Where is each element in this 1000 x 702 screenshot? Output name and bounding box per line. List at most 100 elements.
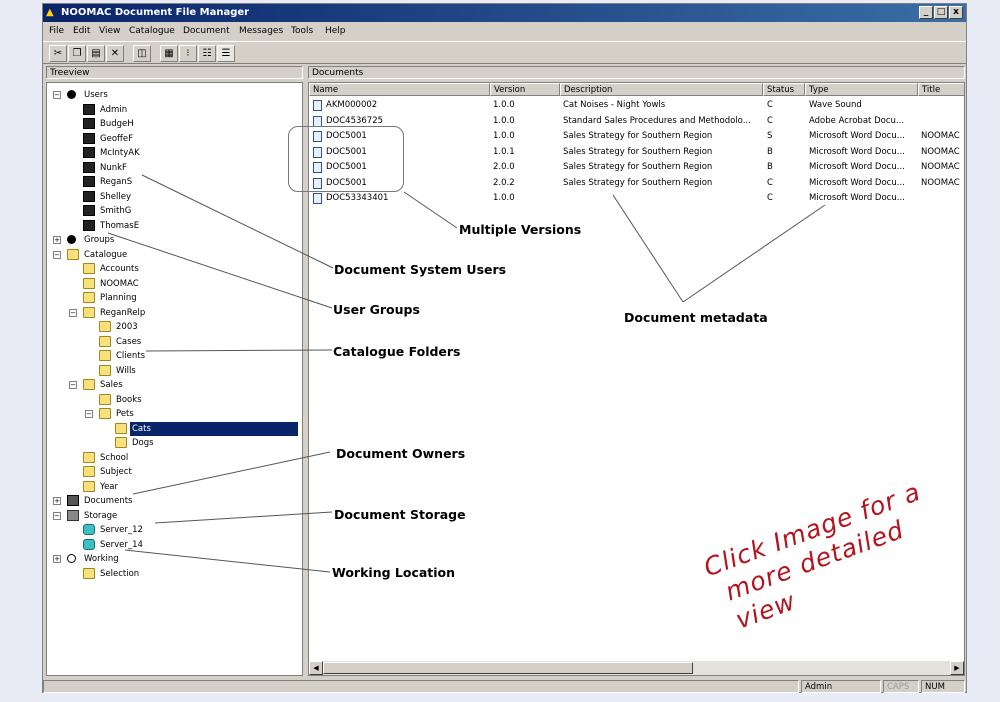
- tree-item-storage[interactable]: − Storage: [47, 509, 302, 523]
- cell-status: C: [767, 115, 773, 126]
- menu-edit[interactable]: Edit: [73, 23, 90, 40]
- table-row[interactable]: DOC4536725 1.0.0 Standard Sales Procedures…: [309, 114, 964, 129]
- menu-document[interactable]: Document: [183, 23, 230, 40]
- status-message: [43, 680, 799, 693]
- expand-icon[interactable]: +: [53, 236, 61, 244]
- column-header-type[interactable]: Type: [805, 83, 918, 96]
- folder-icon: [115, 437, 127, 448]
- cell-name: DOC53343401: [326, 193, 389, 203]
- column-header-description[interactable]: Description: [560, 83, 763, 96]
- tree-item-sales[interactable]: − Sales: [47, 378, 302, 392]
- tree-item-cases[interactable]: Cases: [47, 335, 302, 349]
- minimize-button[interactable]: _: [919, 6, 933, 19]
- list-view-icon[interactable]: ☷: [198, 45, 216, 62]
- folder-icon: [83, 480, 95, 492]
- tree-item-mcintyak[interactable]: McIntyAK: [47, 146, 302, 160]
- cell-version: 1.0.0: [493, 115, 515, 126]
- tree-item-label: Cases: [116, 336, 142, 347]
- large-icons-icon[interactable]: ▦: [160, 45, 178, 62]
- tree-item-wills[interactable]: Wills: [47, 364, 302, 378]
- table-row[interactable]: DOC5001 2.0.0 Sales Strategy for Southern …: [309, 160, 964, 175]
- collapse-icon[interactable]: −: [53, 250, 61, 259]
- tree-item-budgeh[interactable]: BudgeH: [47, 117, 302, 131]
- menu-help[interactable]: Help: [325, 23, 346, 40]
- table-row[interactable]: DOC5001 2.0.2 Sales Strategy for Southern …: [309, 176, 964, 191]
- copy-icon[interactable]: ❐: [68, 45, 86, 62]
- tree-item-server-14[interactable]: Server_14: [47, 538, 302, 552]
- tree-item-noomac[interactable]: NOOMAC: [47, 277, 302, 291]
- tree-item-2003[interactable]: 2003: [47, 320, 302, 334]
- column-header-version[interactable]: Version: [490, 83, 560, 96]
- tree-item-regans[interactable]: ReganS: [47, 175, 302, 189]
- tree-item-pets[interactable]: − Pets: [47, 407, 302, 421]
- table-row[interactable]: DOC53343401 1.0.0 C Microsoft Word Docu...: [309, 191, 964, 206]
- table-row[interactable]: DOC5001 1.0.0 Sales Strategy for Southern …: [309, 129, 964, 144]
- tree-item-admin[interactable]: Admin: [47, 103, 302, 117]
- cell-status: C: [767, 100, 773, 110]
- app-icon: ▲: [46, 7, 54, 18]
- callout-catalogue-folders: Catalogue Folders: [333, 344, 461, 359]
- tree-item-nunkf[interactable]: NunkF: [47, 161, 302, 175]
- tree-item-dogs[interactable]: Dogs: [47, 436, 302, 450]
- menu-file[interactable]: File: [49, 23, 64, 40]
- tree-item-year[interactable]: Year: [47, 480, 302, 494]
- expand-icon[interactable]: +: [53, 497, 61, 505]
- menu-view[interactable]: View: [99, 23, 120, 40]
- scroll-right-icon[interactable]: ▶: [950, 661, 964, 675]
- tree-item-smithg[interactable]: SmithG: [47, 204, 302, 218]
- tree-item-shelley[interactable]: Shelley: [47, 190, 302, 204]
- close-button[interactable]: x: [949, 6, 963, 19]
- delete-icon[interactable]: ✕: [106, 45, 124, 62]
- cut-icon[interactable]: ✂: [49, 45, 67, 62]
- collapse-icon[interactable]: −: [69, 308, 77, 317]
- table-row[interactable]: DOC5001 1.0.1 Sales Strategy for Southern …: [309, 145, 964, 160]
- tree-item-groups[interactable]: + Groups: [47, 233, 302, 247]
- collapse-icon[interactable]: −: [53, 91, 61, 99]
- tree-item-geoffef[interactable]: GeoffeF: [47, 132, 302, 146]
- paste-icon[interactable]: ▤: [87, 45, 105, 62]
- tree-item-label: Cats: [130, 421, 298, 436]
- menu-tools[interactable]: Tools: [291, 23, 313, 40]
- folder-icon: [99, 335, 111, 347]
- tree-item-planning[interactable]: Planning: [47, 291, 302, 305]
- title-bar[interactable]: ▲ NOOMAC Document File Manager _ □ x: [43, 4, 966, 22]
- callout-document-owners: Document Owners: [336, 446, 466, 461]
- small-icons-icon[interactable]: ⁝: [179, 45, 197, 62]
- tree-item-subject[interactable]: Subject: [47, 465, 302, 479]
- scroll-thumb[interactable]: [323, 662, 693, 674]
- tree-item-clients[interactable]: Clients: [47, 349, 302, 363]
- scroll-left-icon[interactable]: ◀: [309, 661, 323, 675]
- callout-document-metadata: Document metadata: [624, 310, 768, 325]
- table-row[interactable]: AKM000002 1.0.0 Cat Noises - Night Yowls C W…: [309, 98, 964, 113]
- tree-item-server-12[interactable]: Server_12: [47, 523, 302, 537]
- tree-item-books[interactable]: Books: [47, 393, 302, 407]
- collapse-icon[interactable]: −: [53, 511, 61, 520]
- collapse-icon[interactable]: −: [85, 410, 93, 418]
- cell-description: Cat Noises - Night Yowls: [563, 100, 666, 110]
- tree-item-label: Books: [116, 394, 142, 405]
- tree-item-documents[interactable]: + Documents: [47, 494, 302, 508]
- tree-item-school[interactable]: School: [47, 451, 302, 465]
- tree-item-cats[interactable]: Cats: [47, 421, 302, 436]
- expand-icon[interactable]: +: [53, 555, 61, 563]
- menu-messages[interactable]: Messages: [239, 23, 283, 40]
- maximize-button[interactable]: □: [934, 6, 948, 19]
- column-header-name[interactable]: Name: [309, 83, 490, 96]
- horizontal-scrollbar[interactable]: ◀ ▶: [309, 661, 964, 675]
- collapse-icon[interactable]: −: [69, 381, 77, 389]
- tree-item-label: Planning: [100, 293, 137, 303]
- tree-item-users[interactable]: − Users: [47, 88, 302, 102]
- tree-item-thomase[interactable]: ThomasE: [47, 219, 302, 233]
- user-icon: [83, 219, 95, 231]
- tree-item-accounts[interactable]: Accounts: [47, 262, 302, 276]
- menu-catalogue[interactable]: Catalogue: [129, 23, 175, 40]
- tree-item-label: Year: [100, 481, 118, 492]
- tree-item-catalogue[interactable]: − Catalogue: [47, 248, 302, 262]
- column-header-status[interactable]: Status: [763, 83, 805, 96]
- properties-icon[interactable]: ◫: [133, 45, 151, 62]
- tree-item-selection[interactable]: Selection: [47, 567, 302, 581]
- column-header-title[interactable]: Title: [918, 83, 964, 96]
- tree-item-reganrelp[interactable]: − ReganRelp: [47, 306, 302, 320]
- details-view-icon[interactable]: ☰: [217, 45, 235, 62]
- tree-item-working[interactable]: + Working: [47, 552, 302, 566]
